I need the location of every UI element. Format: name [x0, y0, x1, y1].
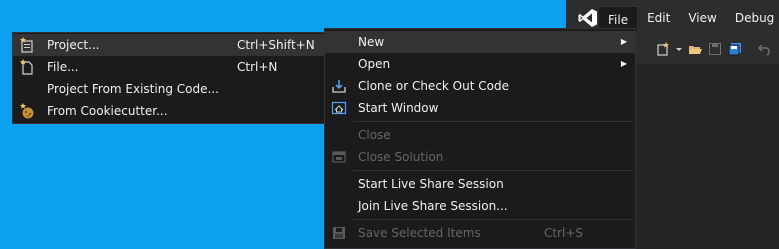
menu-separator: [353, 170, 633, 171]
cookiecutter-icon: [19, 103, 35, 119]
menu-item-shortcut: Ctrl+N: [237, 60, 278, 74]
new-file-icon: [19, 59, 35, 75]
new-project-toolbar-icon[interactable]: [656, 42, 670, 56]
save-all-icon[interactable]: [728, 42, 742, 56]
submenu-arrow-icon: ▶: [620, 37, 627, 46]
undo-icon[interactable]: [757, 42, 772, 56]
dropdown-arrow-icon[interactable]: [676, 42, 682, 56]
menu-item-label: Clone or Check Out Code: [358, 79, 509, 93]
menu-edit[interactable]: Edit: [638, 6, 679, 30]
file-menu-item-save-selected[interactable]: Save Selected Items Ctrl+S: [325, 222, 635, 244]
menu-item-label: Save Selected Items: [358, 226, 481, 240]
menu-item-label: Start Window: [358, 101, 439, 115]
menu-item-label: Project From Existing Code...: [47, 82, 219, 96]
new-submenu-item-cookiecutter[interactable]: From Cookiecutter...: [13, 100, 324, 122]
menu-item-shortcut: Ctrl+S: [543, 226, 583, 240]
new-submenu-item-project-from-existing-code[interactable]: Project From Existing Code...: [13, 78, 324, 100]
file-menu: New ▶ Open ▶ Clone or Check Out Code Sta…: [324, 28, 636, 249]
new-submenu: Project... Ctrl+Shift+N File... Ctrl+N P…: [12, 32, 325, 124]
new-project-icon: [19, 37, 35, 53]
menu-debug[interactable]: Debug: [726, 6, 779, 30]
file-menu-item-join-live-share[interactable]: Join Live Share Session...: [325, 195, 635, 217]
toolbar-separator: [748, 42, 752, 56]
menu-separator: [353, 121, 633, 122]
menu-view[interactable]: View: [679, 6, 725, 30]
submenu-arrow-icon: ▶: [620, 59, 627, 68]
menu-item-label: Open: [358, 57, 391, 71]
open-folder-icon[interactable]: [688, 42, 702, 56]
menu-item-shortcut: Ctrl+Shift+N: [237, 38, 315, 52]
file-menu-item-open[interactable]: Open ▶: [325, 53, 635, 75]
file-menu-item-new[interactable]: New ▶: [325, 31, 635, 53]
menu-item-label: New: [358, 35, 385, 49]
menu-item-label: Join Live Share Session...: [358, 199, 508, 213]
file-menu-item-close[interactable]: Close: [325, 124, 635, 146]
menu-item-label: Close: [358, 128, 391, 142]
save-toolbar-icon[interactable]: [708, 42, 722, 56]
file-menu-item-start-window[interactable]: Start Window: [325, 97, 635, 119]
file-menu-item-clone[interactable]: Clone or Check Out Code: [325, 75, 635, 97]
menu-item-label: File...: [47, 60, 79, 74]
file-menu-item-start-live-share[interactable]: Start Live Share Session: [325, 173, 635, 195]
close-solution-icon: [331, 149, 347, 165]
menu-item-label: Project...: [47, 38, 100, 52]
save-icon: [331, 225, 347, 241]
menu-item-label: Close Solution: [358, 150, 444, 164]
file-menu-item-close-solution[interactable]: Close Solution: [325, 146, 635, 168]
new-submenu-item-file[interactable]: File... Ctrl+N: [13, 56, 324, 78]
menu-item-label: From Cookiecutter...: [47, 104, 168, 118]
menu-item-label: Start Live Share Session: [358, 177, 504, 191]
new-submenu-item-project[interactable]: Project... Ctrl+Shift+N: [13, 34, 324, 56]
start-window-icon: [331, 100, 347, 116]
clone-icon: [331, 78, 347, 94]
menu-separator: [353, 219, 633, 220]
